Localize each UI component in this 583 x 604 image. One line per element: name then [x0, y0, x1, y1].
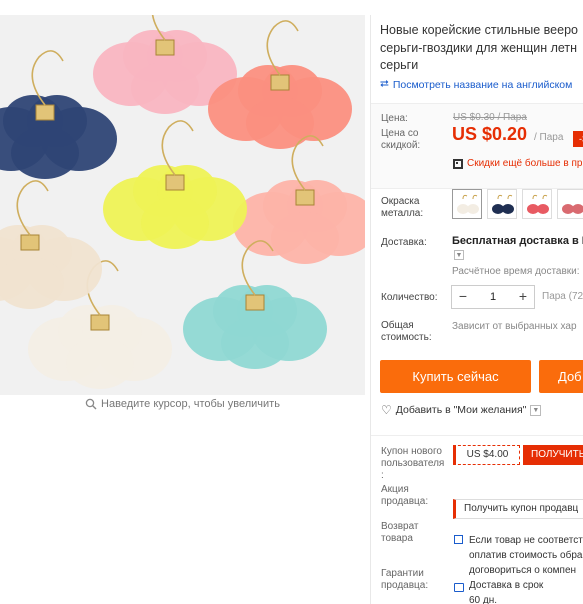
quantity-stepper[interactable]: − 1 + — [451, 285, 535, 309]
discount-price-label: Цена со скидкой: — [381, 128, 420, 152]
guarantee-days: 60 дн. — [469, 595, 498, 604]
guarantee-label: Гарантии продавца: — [381, 568, 428, 592]
guarantee-label-line: продавца: — [381, 580, 429, 591]
quantity-plus-button[interactable]: + — [512, 286, 534, 308]
earrings-illustration — [0, 15, 365, 389]
discount-price-label-line: Цена со — [381, 128, 419, 139]
discount-badge: -3 — [573, 131, 583, 147]
promo-text[interactable]: Скидки ещё больше в пр — [467, 158, 582, 169]
swatch-earring-icon — [562, 204, 583, 214]
chevron-down-icon[interactable]: ▼ — [454, 250, 464, 260]
seller-coupon-button[interactable]: Получить купон продавц — [453, 499, 583, 519]
color-swatch[interactable] — [452, 189, 482, 219]
color-swatch[interactable] — [557, 189, 583, 219]
seller-promo-label-line: продавца: — [381, 496, 429, 507]
delivery-truck-icon — [454, 583, 464, 592]
zoom-hint-text: Наведите курсор, чтобы увеличить — [101, 398, 280, 410]
new-user-coupon-label-line: пользователя — [381, 458, 445, 469]
product-info-panel: Новые корейские стильные вееро серьги-гв… — [370, 15, 583, 604]
shipping-label: Доставка: — [381, 237, 427, 248]
guarantee-label-line: Гарантии — [381, 568, 424, 579]
earring-piece — [208, 20, 352, 149]
translate-title-link[interactable]: ⮂ Посмотреть название на английском — [380, 78, 572, 91]
discount-price: US $0.20 — [452, 124, 528, 144]
price-label: Цена: — [381, 113, 408, 124]
new-user-coupon-amount: US $4.00 — [453, 445, 520, 465]
new-user-coupon-label-line: Купон нового — [381, 446, 442, 457]
magnifier-icon — [85, 398, 97, 410]
product-image[interactable] — [0, 15, 365, 395]
translate-icon: ⮂ — [380, 78, 389, 90]
shipping-value[interactable]: Бесплатная доставка в Ru — [452, 235, 583, 247]
qr-code-icon — [453, 158, 463, 169]
color-option-label-line: Окраска — [381, 196, 420, 207]
returns-text-line: договориться о компен — [469, 565, 577, 576]
zoom-hint: Наведите курсор, чтобы увеличить — [0, 398, 365, 410]
total-label: Общая стоимость: — [381, 320, 432, 344]
total-label-line: Общая — [381, 320, 414, 331]
old-price: US $0.30 / Пара — [453, 112, 527, 123]
seller-promo-label-line: Акция — [381, 484, 409, 495]
quantity-label: Количество: — [381, 292, 438, 303]
new-user-coupon-label-line: : — [381, 470, 384, 481]
total-value: Зависит от выбранных хар — [452, 321, 577, 332]
color-swatch[interactable] — [522, 189, 552, 219]
product-title: Новые корейские стильные вееро серьги-гв… — [380, 22, 583, 75]
heart-icon: ♡ — [381, 403, 392, 417]
divider — [371, 435, 583, 436]
product-title-line: Новые корейские стильные вееро — [380, 23, 578, 37]
product-title-line: серьги-гвоздики для женщин летн — [380, 40, 578, 55]
price-unit: / Пара — [534, 132, 564, 143]
quantity-input[interactable]: 1 — [474, 291, 512, 303]
promo-link[interactable]: Скидки ещё больше в пр — [453, 158, 582, 169]
wishlist-link[interactable]: ♡ Добавить в "Мои желания" ▼ — [381, 403, 542, 417]
swatch-earring-icon — [527, 194, 549, 214]
chevron-down-icon[interactable]: ▼ — [530, 404, 542, 416]
get-coupon-button[interactable]: ПОЛУЧИТЬ — [523, 445, 583, 465]
returns-text-line: оплатив стоимость обра — [469, 550, 583, 561]
return-policy-icon — [454, 535, 463, 544]
translate-title-text[interactable]: Посмотреть название на английском — [393, 79, 573, 91]
quantity-unit: Пара (72 — [542, 291, 583, 302]
buy-now-button[interactable]: Купить сейчас — [380, 360, 531, 393]
shipping-time: Расчётное время доставки: — [452, 266, 580, 277]
returns-label-line: Возврат — [381, 521, 419, 532]
discount-price-label-line: скидкой: — [381, 140, 421, 151]
earring-piece — [233, 135, 365, 264]
color-option-label-line: металла: — [381, 208, 424, 219]
swatch-earring-icon — [457, 194, 479, 214]
add-to-cart-button[interactable]: Доб — [539, 360, 583, 393]
new-user-coupon-label: Купон нового пользователя : — [381, 446, 444, 482]
seller-promo-label: Акция продавца: — [381, 484, 428, 508]
total-label-line: стоимость: — [381, 332, 432, 343]
quantity-minus-button[interactable]: − — [452, 286, 474, 308]
color-swatch[interactable] — [487, 189, 517, 219]
swatch-earring-icon — [492, 194, 514, 214]
returns-text: Если товар не соответст оплатив стоимост… — [469, 533, 583, 578]
returns-label-line: товара — [381, 533, 413, 544]
price-box: Цена: US $0.30 / Пара Цена со скидкой: U… — [371, 103, 583, 189]
product-title-line: серьги — [380, 58, 419, 72]
returns-text-line: Если товар не соответст — [469, 535, 583, 546]
returns-label: Возврат товара — [381, 521, 419, 545]
wishlist-text[interactable]: Добавить в "Мои желания" — [396, 404, 527, 416]
earring-piece — [0, 180, 102, 309]
guarantee-delivery: Доставка в срок — [469, 580, 544, 591]
earring-piece — [103, 120, 247, 249]
color-option-label: Окраска металла: — [381, 196, 423, 220]
